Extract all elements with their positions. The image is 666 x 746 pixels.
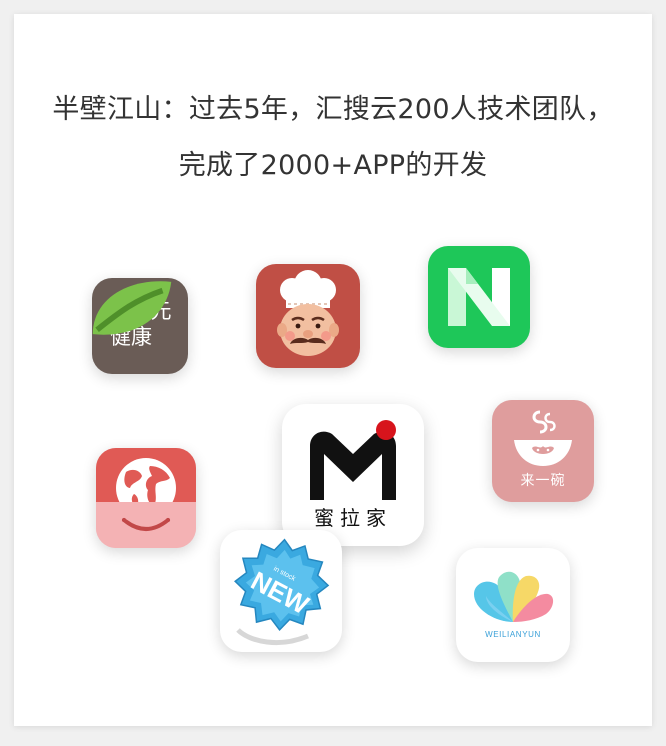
mila-app-label: 蜜拉家 xyxy=(314,506,392,530)
guchen-health-app-icon[interactable]: 谷辰元 健康 xyxy=(92,278,188,374)
chef-app-icon[interactable] xyxy=(256,264,360,368)
noodle-bowl-app-icon[interactable]: 来一碗 xyxy=(492,400,594,502)
globe-shopping-bag-app-icon[interactable] xyxy=(96,448,196,548)
headline-line-1: 半壁江山：过去5年，汇搜云200人技术团队， xyxy=(52,94,614,125)
bowl-app-label: 来一碗 xyxy=(520,473,566,489)
new-sticker-icon: NEW in stock xyxy=(234,538,330,645)
n-letter-icon xyxy=(448,268,510,326)
headline-line-2: 完成了2000+APP的开发 xyxy=(178,150,488,181)
flower-petal-icon xyxy=(474,571,554,622)
mila-home-app-icon[interactable]: 蜜拉家 xyxy=(282,404,424,546)
globe-icon xyxy=(96,448,196,548)
new-sticker-app-icon[interactable]: NEW in stock xyxy=(220,530,342,652)
leaf-icon xyxy=(92,281,172,335)
flower-petal-app-icon[interactable]: WEILIANYUN xyxy=(456,548,570,662)
chef-face-icon xyxy=(277,270,339,356)
content-card: 半壁江山：过去5年，汇搜云200人技术团队， 完成了2000+APP的开发 谷辰… xyxy=(14,14,652,726)
weilianyun-app-label: WEILIANYUN xyxy=(485,630,541,639)
page-headline: 半壁江山：过去5年，汇搜云200人技术团队， 完成了2000+APP的开发 xyxy=(14,82,652,194)
n-letter-app-icon[interactable] xyxy=(428,246,530,348)
